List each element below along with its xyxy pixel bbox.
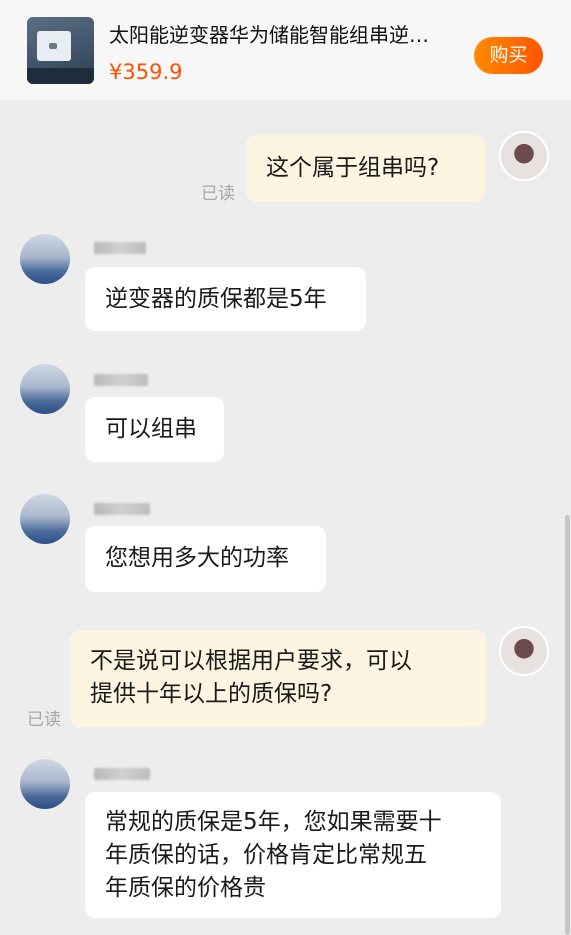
message-bubble-other[interactable]: 您想用多大的功率 [85, 526, 326, 592]
message-text: 可以组串 [105, 416, 197, 442]
message-text-line: 年质保的价格贵 [105, 875, 266, 901]
message-text: 这个属于组串吗? [266, 155, 440, 181]
seller-avatar[interactable] [20, 364, 70, 414]
read-status: 已读 [27, 710, 61, 730]
my-avatar[interactable] [499, 626, 549, 676]
product-title[interactable]: 太阳能逆变器华为储能智能组串逆… [109, 22, 454, 48]
message-bubble-other[interactable]: 常规的质保是5年，您如果需要十 年质保的话，价格肯定比常规五 年质保的价格贵 [85, 792, 501, 918]
sender-name-blurred [94, 242, 146, 254]
sender-name-blurred [94, 768, 150, 780]
seller-avatar[interactable] [20, 494, 70, 544]
message-text: 逆变器的质保都是5年 [105, 286, 327, 312]
sender-name-blurred [94, 503, 150, 515]
my-avatar[interactable] [499, 131, 549, 181]
message-text-line: 常规的质保是5年，您如果需要十 [105, 809, 442, 835]
message-bubble-other[interactable]: 可以组串 [85, 397, 224, 462]
message-text: 您想用多大的功率 [105, 545, 289, 571]
product-thumbnail[interactable] [27, 17, 94, 84]
message-bubble-other[interactable]: 逆变器的质保都是5年 [85, 267, 366, 331]
product-price: ¥359.9 [109, 60, 183, 84]
buy-button[interactable]: 购买 [474, 37, 543, 74]
message-text-line: 提供十年以上的质保吗? [90, 681, 333, 707]
scrollbar[interactable] [565, 515, 570, 935]
message-text-line: 不是说可以根据用户要求，可以 [90, 648, 412, 674]
seller-avatar[interactable] [20, 234, 70, 284]
message-bubble-own[interactable]: 这个属于组串吗? [246, 135, 485, 202]
read-status: 已读 [201, 184, 235, 204]
product-card[interactable]: 太阳能逆变器华为储能智能组串逆… ¥359.9 购买 [0, 0, 571, 100]
sender-name-blurred [94, 374, 148, 386]
message-text-line: 年质保的话，价格肯定比常规五 [105, 842, 427, 868]
message-bubble-own[interactable]: 不是说可以根据用户要求，可以 提供十年以上的质保吗? [70, 630, 486, 727]
seller-avatar[interactable] [20, 759, 70, 809]
